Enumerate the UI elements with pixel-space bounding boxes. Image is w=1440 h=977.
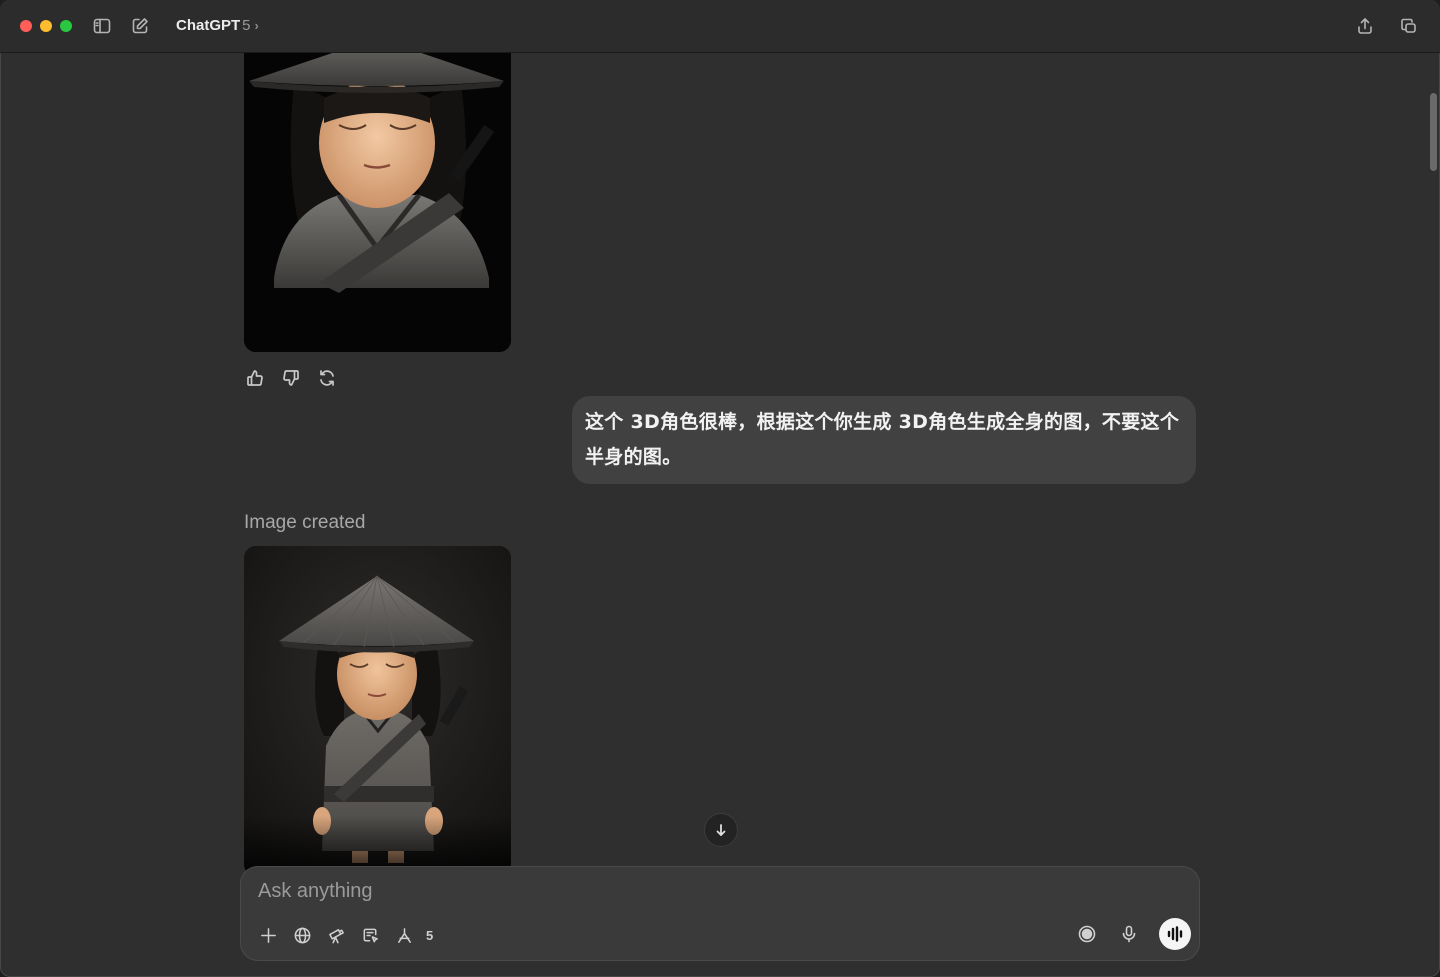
chevron-right-icon: › bbox=[254, 18, 259, 33]
traffic-lights bbox=[20, 20, 72, 32]
record-icon[interactable] bbox=[1075, 922, 1099, 946]
scrollbar-thumb[interactable] bbox=[1430, 93, 1437, 171]
canvas-icon[interactable] bbox=[358, 923, 382, 947]
arrow-down-icon bbox=[716, 824, 726, 836]
composer-tools: 5 bbox=[256, 923, 433, 947]
composer-right-tools bbox=[1075, 918, 1191, 950]
title-bar: ChatGPT 5 › bbox=[0, 0, 1440, 53]
message-actions bbox=[244, 367, 338, 389]
user-message-text: 这个 3D角色很棒，根据这个你生成 3D角色生成全身的图，不要这个半身的图。 bbox=[585, 411, 1180, 468]
chatgpt-window: ChatGPT 5 › 这个 3D角色很棒，根据这个你生成 3D角色生成全身的图… bbox=[0, 0, 1440, 977]
tools-icon[interactable] bbox=[392, 923, 416, 947]
model-selector[interactable]: ChatGPT 5 › bbox=[176, 17, 259, 34]
globe-icon[interactable] bbox=[290, 923, 314, 947]
thumbs-down-icon[interactable] bbox=[280, 367, 302, 389]
window-icon[interactable] bbox=[1396, 14, 1420, 38]
model-name: ChatGPT bbox=[176, 17, 241, 34]
voice-mode-button[interactable] bbox=[1159, 918, 1191, 950]
minimize-window-button[interactable] bbox=[40, 20, 52, 32]
prompt-input[interactable] bbox=[256, 879, 1160, 904]
refresh-icon[interactable] bbox=[316, 367, 338, 389]
user-message-bubble: 这个 3D角色很棒，根据这个你生成 3D角色生成全身的图，不要这个半身的图。 bbox=[572, 396, 1196, 484]
voice-wave-icon bbox=[1167, 926, 1183, 942]
conversation-area[interactable]: 这个 3D角色很棒，根据这个你生成 3D角色生成全身的图，不要这个半身的图。 I… bbox=[0, 53, 1440, 977]
share-icon[interactable] bbox=[1353, 14, 1377, 38]
tools-count-badge[interactable]: 5 bbox=[426, 928, 433, 943]
close-window-button[interactable] bbox=[20, 20, 32, 32]
model-version: 5 bbox=[242, 17, 251, 34]
image-created-label: Image created bbox=[244, 512, 366, 533]
composer: 5 bbox=[240, 866, 1200, 961]
scroll-to-bottom-button[interactable] bbox=[704, 813, 738, 847]
zoom-window-button[interactable] bbox=[60, 20, 72, 32]
sidebar-icon[interactable] bbox=[90, 14, 114, 38]
mic-icon[interactable] bbox=[1117, 922, 1141, 946]
generated-image-half-body[interactable] bbox=[244, 53, 511, 352]
thumbs-up-icon[interactable] bbox=[244, 367, 266, 389]
telescope-icon[interactable] bbox=[324, 923, 348, 947]
compose-icon[interactable] bbox=[128, 14, 152, 38]
generated-image-full-body[interactable] bbox=[244, 546, 511, 876]
plus-icon[interactable] bbox=[256, 923, 280, 947]
